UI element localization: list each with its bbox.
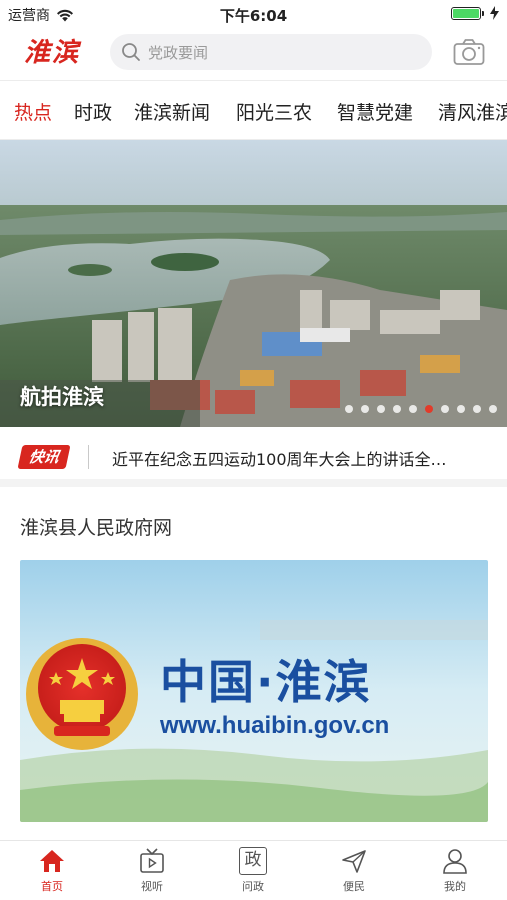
carousel-dot[interactable] (377, 405, 385, 413)
section-title: 淮滨县人民政府网 (20, 517, 173, 539)
tab-politics[interactable]: 时政 (74, 98, 112, 125)
tab-clean-huaibin[interactable]: 清风淮滨 (438, 98, 507, 125)
carousel-dot[interactable] (425, 405, 433, 413)
nav-mine[interactable]: 我的 (425, 847, 485, 894)
carousel-dot[interactable] (361, 405, 369, 413)
carousel-dot[interactable] (441, 405, 449, 413)
category-tabs: 热点 时政 淮滨新闻 阳光三农 智慧党建 清风淮滨 (0, 80, 507, 140)
national-emblem (26, 638, 138, 750)
ticker-divider (88, 445, 89, 469)
search-bar[interactable]: 党政要闻 (110, 34, 432, 70)
status-bar: 运营商 下午6:04 (0, 0, 507, 28)
send-icon (342, 850, 366, 873)
charging-icon (490, 6, 499, 20)
home-icon (40, 850, 64, 872)
app-header: 淮滨 党政要闻 (0, 28, 507, 80)
gov-site-url: www.huaibin.gov.cn (160, 712, 390, 739)
tab-party-building[interactable]: 智慧党建 (337, 98, 413, 125)
nav-mine-label: 我的 (444, 880, 466, 893)
gov-site-title: 中国·淮滨 (160, 655, 372, 709)
gov-site-card[interactable]: 中国·淮滨 www.huaibin.gov.cn (20, 560, 488, 822)
user-icon (443, 849, 467, 874)
carousel-dot[interactable] (345, 405, 353, 413)
search-icon (122, 43, 140, 61)
ticker-headline[interactable]: 近平在纪念五四运动100周年大会上的讲话全… (112, 446, 498, 470)
nav-home[interactable]: 首页 (22, 847, 82, 894)
news-ticker[interactable]: 快讯 近平在纪念五四运动100周年大会上的讲话全… (0, 427, 507, 487)
status-time: 下午6:04 (219, 7, 288, 25)
tab-hot[interactable]: 热点 (14, 98, 52, 125)
camera-icon[interactable] (453, 38, 485, 66)
nav-watch-label: 视听 (141, 880, 163, 893)
carousel-dot[interactable] (409, 405, 417, 413)
banner-caption: 航拍淮滨 (20, 385, 104, 409)
nav-service-label: 便民 (343, 880, 365, 893)
banner-carousel[interactable]: 航拍淮滨 (0, 140, 507, 427)
tab-huaibin-news[interactable]: 淮滨新闻 (134, 98, 210, 125)
carousel-dot[interactable] (393, 405, 401, 413)
nav-service[interactable]: 便民 (324, 847, 384, 894)
bottom-nav: 首页 视听 政 问政 便民 我的 (0, 840, 507, 900)
tab-agriculture[interactable]: 阳光三农 (236, 98, 312, 125)
tv-icon (140, 848, 164, 873)
nav-inquiry[interactable]: 政 问政 (223, 847, 283, 894)
nav-inquiry-label: 问政 (242, 880, 264, 893)
flash-news-badge: 快讯 (17, 445, 71, 469)
battery-group (451, 6, 499, 20)
app-logo[interactable]: 淮滨 (24, 32, 80, 69)
carousel-dot[interactable] (473, 405, 481, 413)
nav-watch[interactable]: 视听 (122, 847, 182, 894)
zheng-icon: 政 (239, 847, 267, 875)
battery-icon (451, 6, 484, 20)
carousel-dot[interactable] (457, 405, 465, 413)
nav-home-label: 首页 (41, 880, 63, 893)
carousel-dot[interactable] (489, 405, 497, 413)
search-placeholder: 党政要闻 (148, 43, 209, 62)
carousel-dots (345, 405, 497, 413)
